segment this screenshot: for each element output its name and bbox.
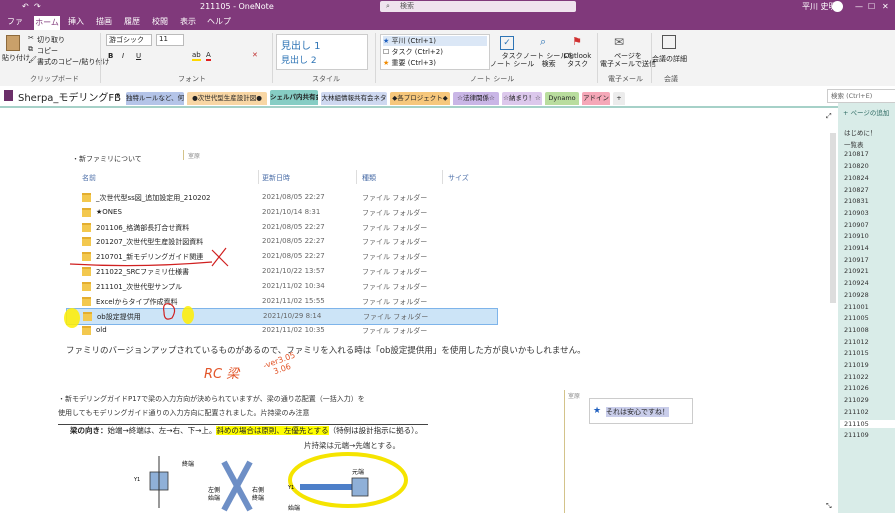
label-right: 右側 bbox=[252, 486, 264, 494]
label-right-end: 右側終端 bbox=[252, 486, 264, 502]
label-start: 始端 bbox=[208, 494, 220, 502]
side-author-tag: 室原 bbox=[568, 393, 581, 400]
handwriting-rc-beam: RC 梁 bbox=[204, 367, 240, 382]
beam-rule-highlight: 斜めの場合は原則、左優先とする bbox=[216, 426, 329, 435]
label-end: 終端 bbox=[182, 460, 194, 468]
beam-rule-suffix: （特例は設計指示に拠る）。 bbox=[328, 426, 423, 435]
star-icon: ★ bbox=[593, 406, 602, 416]
label-y1b: Y1 bbox=[287, 485, 294, 491]
beam-rule-prefix: 梁の向き： bbox=[70, 426, 108, 435]
page-scroll-down-icon[interactable]: ⤡ bbox=[826, 502, 832, 511]
red-underline-ink bbox=[69, 261, 213, 267]
label-motobata: 元端 bbox=[352, 468, 364, 476]
side-comment-text: それは安心ですね！ bbox=[606, 407, 669, 417]
side-divider bbox=[564, 390, 565, 513]
label-left: 左側 bbox=[208, 486, 220, 494]
diagonal-beams bbox=[221, 460, 253, 512]
cantilever-beam bbox=[300, 484, 358, 490]
label-end2: 終端 bbox=[252, 494, 264, 502]
label-y1: Y1 bbox=[133, 477, 140, 483]
side-comment-box[interactable]: ★ それは安心ですね！ bbox=[589, 398, 693, 424]
beam-rule-line: 梁の向き：始端→終端は、左→右、下→上。斜めの場合は原則、左優先とする（特例は設… bbox=[58, 424, 428, 437]
cantilever-column bbox=[351, 477, 369, 497]
paragraph-2a: ・新モデリングガイドP17で梁の入力方向が決められていますが、梁の通り芯配置（一… bbox=[58, 395, 365, 403]
beam-rule-mid: 始端→終端は、左→右、下→上。 bbox=[107, 426, 217, 435]
paragraph-1: ファミリのバージョンアップされているものがあるので、ファミリを入れる時は「ob設… bbox=[66, 346, 586, 356]
red-cross-ink bbox=[211, 247, 229, 267]
label-start-b: 始端 bbox=[288, 504, 300, 512]
yellow-highlight-ink bbox=[64, 308, 80, 328]
paragraph-2b: 使用してもモデリングガイド通りの入力方向に配置されました。片持梁のみ注意 bbox=[58, 409, 310, 417]
red-circle-ink bbox=[163, 303, 176, 320]
yellow-highlight-ink bbox=[182, 306, 194, 324]
beam-rule-2: 片持梁は元端→先端とする。 bbox=[304, 441, 401, 450]
beam-diagram: 終端 Y1 左側始端 右側終端 元端 Y1 始端 bbox=[133, 456, 369, 512]
label-left-start: 左側始端 bbox=[208, 486, 220, 502]
